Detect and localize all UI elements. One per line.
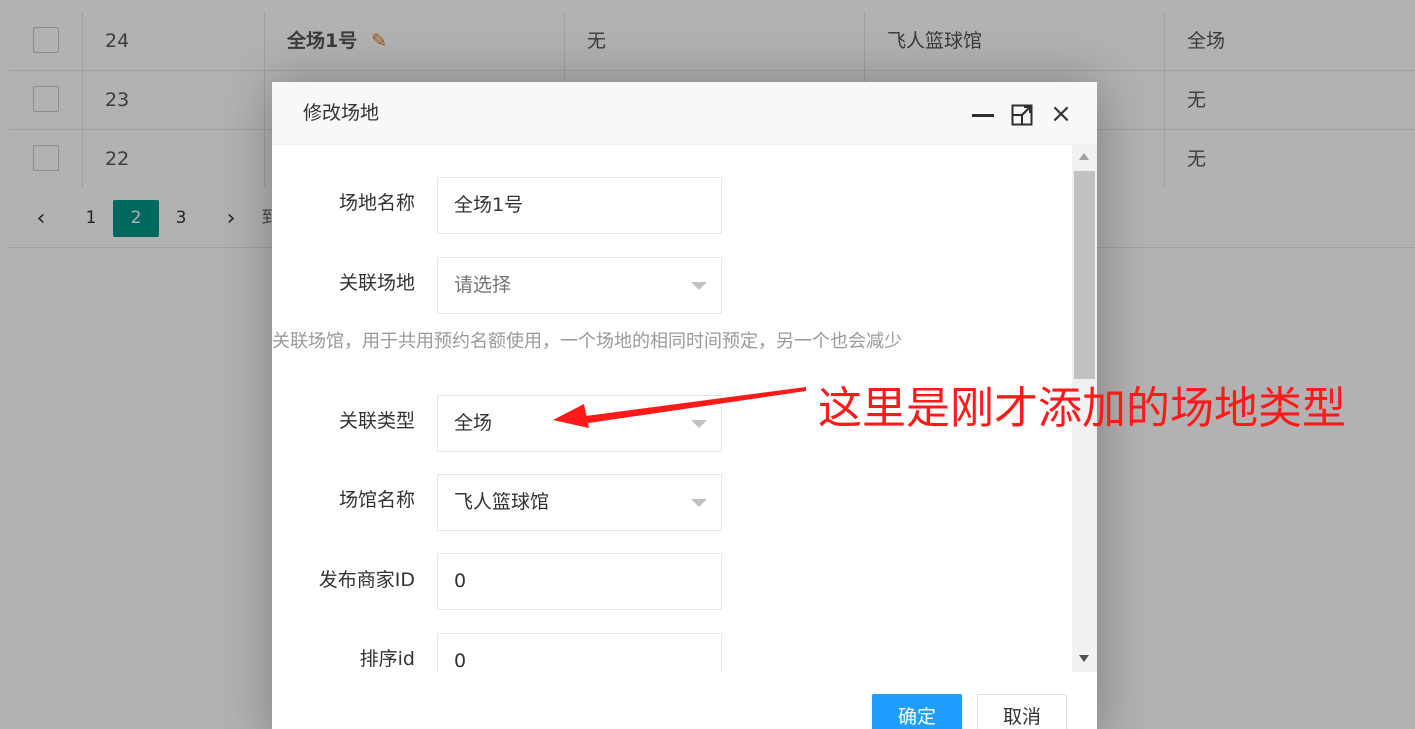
annotation-arrow-icon xyxy=(553,387,806,428)
annotation-text: 这里是刚才添加的场地类型 xyxy=(818,383,1346,434)
